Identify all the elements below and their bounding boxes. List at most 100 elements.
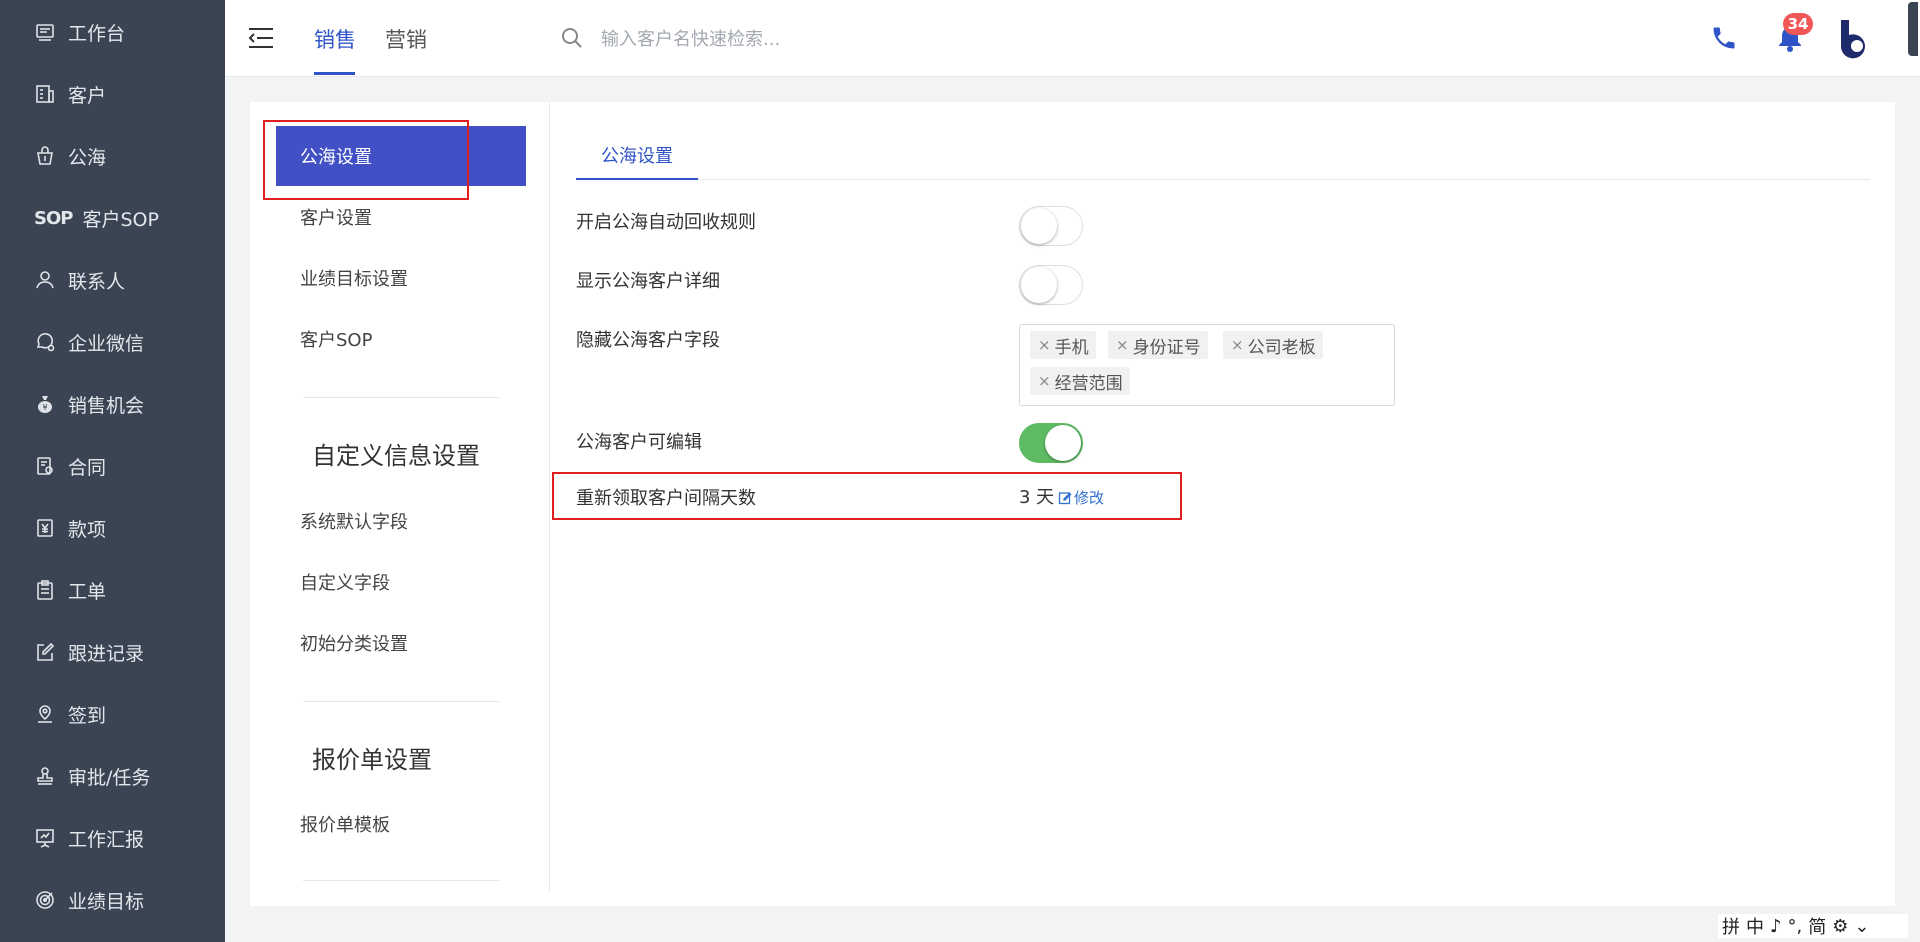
sidebar-item-payment[interactable]: 款项 [34, 508, 106, 548]
ime-pinyin-button[interactable]: 拼 [1722, 913, 1740, 939]
sidebar-item-label: 工作台 [68, 22, 126, 45]
menu-collapse-icon[interactable] [247, 26, 275, 50]
brand-logo [1841, 20, 1865, 59]
tag-label: 身份证号 [1132, 337, 1201, 358]
settings-nav-label: 客户设置 [300, 208, 372, 229]
ime-toolbar: 拼 中 ♪ °, 简 ⚙ ⌄ [1718, 914, 1908, 938]
toggle-knob [1021, 208, 1057, 244]
scroll-handle[interactable] [1908, 2, 1918, 56]
sidebar-item-label: 工单 [68, 580, 107, 603]
ime-punct-button[interactable]: °, [1788, 916, 1803, 937]
settings-nav-divider [303, 397, 499, 398]
search-icon [562, 28, 582, 48]
report-icon [36, 829, 54, 848]
wecom-icon [36, 333, 55, 352]
sidebar-item-customer-sop[interactable]: SOP 客户SOP [34, 198, 159, 238]
settings-nav-divider [303, 880, 499, 881]
tab-sales[interactable]: 销售 [314, 24, 356, 54]
main-sidebar: 工作台 客户 公海 SOP 客户SOP 联系人 企业微信 ¥ 销售机会 合同 款… [0, 0, 225, 942]
tab-public-pool-settings[interactable]: 公海设置 [601, 142, 673, 168]
svg-text:¥: ¥ [42, 403, 47, 412]
phone-icon[interactable] [1710, 24, 1738, 52]
tag-label: 手机 [1054, 337, 1089, 358]
ime-moon-icon[interactable]: ♪ [1770, 916, 1782, 937]
show-detail-label: 显示公海客户详细 [576, 271, 720, 292]
sidebar-item-ticket[interactable]: 工单 [34, 570, 106, 610]
settings-nav-custom-fields[interactable]: 自定义字段 [276, 552, 526, 612]
close-icon[interactable]: × [1038, 372, 1051, 390]
customer-icon [36, 85, 54, 103]
payment-icon [37, 519, 53, 537]
sidebar-item-label: 款项 [68, 518, 107, 541]
sidebar-item-contract[interactable]: 合同 [34, 446, 106, 486]
settings-nav-initial-category[interactable]: 初始分类设置 [276, 613, 526, 673]
editable-toggle[interactable] [1019, 423, 1083, 463]
active-tab-indicator [314, 72, 355, 75]
settings-nav-label: 自定义字段 [300, 573, 390, 594]
sidebar-item-label: 工作汇报 [68, 828, 145, 851]
reclaim-interval-value: 3 天 [1019, 487, 1055, 508]
ticket-icon [37, 580, 53, 600]
tag-phone: × 手机 [1030, 331, 1096, 359]
sidebar-item-target[interactable]: 业绩目标 [34, 880, 144, 920]
sidebar-item-report[interactable]: 工作汇报 [34, 818, 144, 858]
sidebar-item-workbench[interactable]: 工作台 [34, 12, 125, 52]
active-tab-indicator [576, 178, 698, 180]
auto-recycle-toggle[interactable] [1019, 206, 1083, 246]
target-icon [36, 891, 54, 909]
settings-nav-label: 客户SOP [300, 330, 373, 351]
settings-nav-label: 业绩目标设置 [300, 269, 408, 290]
close-icon[interactable]: × [1231, 336, 1244, 354]
sidebar-item-label: 销售机会 [68, 394, 145, 417]
auto-recycle-label: 开启公海自动回收规则 [576, 212, 756, 233]
settings-nav-quote-template[interactable]: 报价单模板 [276, 794, 526, 854]
settings-nav: 公海设置 客户设置 业绩目标设置 客户SOP 自定义信息设置 系统默认字段 自定… [250, 102, 550, 892]
ime-simplified-button[interactable]: 简 [1808, 913, 1826, 939]
sidebar-item-label: 审批/任务 [68, 766, 151, 789]
toggle-knob [1045, 425, 1081, 461]
settings-nav-label: 公海设置 [300, 147, 372, 168]
close-icon[interactable]: × [1038, 336, 1051, 354]
settings-card: 公海设置 客户设置 业绩目标设置 客户SOP 自定义信息设置 系统默认字段 自定… [250, 102, 1895, 906]
settings-nav-public-pool[interactable]: 公海设置 [276, 126, 526, 186]
tab-marketing[interactable]: 营销 [385, 24, 427, 54]
public-pool-icon [37, 146, 53, 165]
sidebar-item-opportunity[interactable]: ¥ 销售机会 [34, 384, 144, 424]
sidebar-item-label: 公海 [68, 146, 107, 169]
hidden-fields-label: 隐藏公海客户字段 [576, 330, 720, 351]
tab-bar-rule [576, 179, 1870, 180]
tag-business-scope: × 经营范围 [1030, 367, 1130, 395]
sidebar-item-approval[interactable]: 审批/任务 [34, 756, 150, 796]
sidebar-item-label: 企业微信 [68, 332, 145, 355]
ime-chinese-button[interactable]: 中 [1746, 913, 1764, 939]
sidebar-item-wecom[interactable]: 企业微信 [34, 322, 144, 362]
sidebar-item-label: 客户SOP [82, 208, 159, 231]
hidden-fields-select[interactable]: × 手机 × 身份证号 × 公司老板 × 经营范围 [1019, 324, 1395, 406]
sidebar-item-label: 业绩目标 [68, 890, 145, 913]
customer-search-input[interactable] [599, 22, 963, 56]
top-header: 销售 营销 34 [225, 0, 1920, 77]
sidebar-item-label: 合同 [68, 456, 107, 479]
settings-nav-customer[interactable]: 客户设置 [276, 187, 526, 247]
sop-icon: SOP [34, 207, 73, 229]
sidebar-item-followup[interactable]: 跟进记录 [34, 632, 144, 672]
close-icon[interactable]: × [1116, 336, 1129, 354]
followup-icon [37, 642, 55, 661]
sidebar-item-customer[interactable]: 客户 [34, 74, 106, 114]
sidebar-item-checkin[interactable]: 签到 [34, 694, 106, 734]
edit-interval-button[interactable]: 修改 [1058, 487, 1104, 508]
settings-nav-performance-target[interactable]: 业绩目标设置 [276, 248, 526, 308]
reclaim-interval-label: 重新领取客户间隔天数 [576, 488, 756, 509]
edit-label: 修改 [1074, 489, 1105, 507]
settings-nav-default-fields[interactable]: 系统默认字段 [276, 491, 526, 551]
show-detail-toggle[interactable] [1019, 265, 1083, 305]
sidebar-item-contact[interactable]: 联系人 [34, 260, 125, 300]
sidebar-item-public-pool[interactable]: 公海 [34, 136, 106, 176]
settings-nav-customer-sop[interactable]: 客户SOP [276, 309, 526, 369]
sidebar-item-label: 联系人 [68, 270, 126, 293]
approval-icon [37, 767, 53, 785]
ime-expand-icon[interactable]: ⌄ [1854, 916, 1869, 937]
ime-settings-icon[interactable]: ⚙ [1832, 916, 1848, 937]
settings-nav-label: 报价单模板 [300, 815, 390, 836]
workbench-icon [36, 24, 54, 41]
